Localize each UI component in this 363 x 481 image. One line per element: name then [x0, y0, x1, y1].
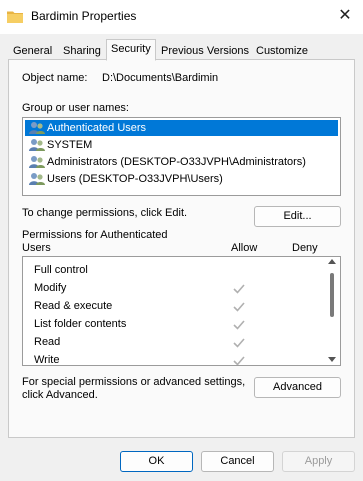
users-icon [29, 173, 45, 185]
advanced-info-text-2: click Advanced. [22, 389, 98, 401]
tab-sharing[interactable]: Sharing [58, 41, 106, 61]
group-item-label: SYSTEM [47, 139, 93, 151]
permissions-scrollbar[interactable] [324, 257, 340, 365]
close-icon[interactable]: ✕ [333, 5, 357, 27]
tab-security[interactable]: Security [106, 39, 156, 61]
permissions-label-user: Users [22, 242, 51, 254]
group-list[interactable]: Authenticated Users SYSTEM Administrator… [22, 117, 341, 196]
change-permissions-text: To change permissions, click Edit. [22, 207, 188, 219]
users-icon [29, 156, 45, 168]
check-icon [233, 302, 245, 312]
object-name-label: Object name: [22, 72, 88, 84]
group-item-label: Administrators (DESKTOP-O33JVPH\Administ… [47, 156, 306, 168]
group-item-label: Users (DESKTOP-O33JVPH\Users) [47, 173, 223, 185]
cancel-button[interactable]: Cancel [201, 451, 274, 472]
edit-button[interactable]: Edit... [254, 206, 341, 227]
security-panel: Object name: D:\Documents\Bardimin Group… [8, 59, 355, 438]
group-item-authenticated-users[interactable]: Authenticated Users [25, 120, 338, 136]
permission-row-full-control: Full control [23, 261, 323, 279]
tab-general[interactable]: General [8, 41, 57, 61]
advanced-button[interactable]: Advanced [254, 377, 341, 398]
permission-label: Read [34, 336, 61, 348]
tab-previous-versions[interactable]: Previous Versions [156, 41, 254, 61]
folder-icon [7, 11, 23, 23]
group-item-users[interactable]: Users (DESKTOP-O33JVPH\Users) [25, 171, 338, 187]
permission-row-read: Read [23, 333, 323, 351]
tab-strip: General Sharing Security Previous Versio… [8, 39, 355, 61]
check-icon [233, 356, 245, 365]
permission-label: Write [34, 354, 60, 366]
advanced-info-text: For special permissions or advanced sett… [22, 376, 246, 388]
check-icon [233, 338, 245, 348]
permissions-label: Permissions for Authenticated [22, 229, 168, 241]
allow-column-header: Allow [231, 242, 258, 254]
apply-button[interactable]: Apply [282, 451, 355, 472]
scroll-down-arrow-icon[interactable] [328, 357, 336, 362]
permissions-list: Full control Modify Read & execute List … [22, 256, 341, 366]
permission-label: Full control [34, 264, 88, 276]
permission-row-list-folder-contents: List folder contents [23, 315, 323, 333]
permission-row-read-execute: Read & execute [23, 297, 323, 315]
ok-button[interactable]: OK [120, 451, 193, 472]
users-icon [29, 122, 45, 134]
window-title: Bardimin Properties [31, 9, 137, 23]
check-icon [233, 284, 245, 294]
check-icon [233, 320, 245, 330]
permission-row-write: Write [23, 351, 323, 366]
group-item-administrators[interactable]: Administrators (DESKTOP-O33JVPH\Administ… [25, 154, 338, 170]
permission-label: Modify [34, 282, 67, 294]
group-item-system[interactable]: SYSTEM [25, 137, 338, 153]
title-bar: Bardimin Properties ✕ [0, 0, 363, 34]
object-name-value: D:\Documents\Bardimin [102, 72, 219, 84]
permission-label: List folder contents [34, 318, 127, 330]
deny-column-header: Deny [292, 242, 318, 254]
permission-row-modify: Modify [23, 279, 323, 297]
scroll-up-arrow-icon[interactable] [328, 259, 336, 264]
permission-label: Read & execute [34, 300, 113, 312]
scrollbar-thumb[interactable] [330, 273, 334, 317]
group-item-label: Authenticated Users [47, 122, 147, 134]
group-list-label: Group or user names: [22, 102, 129, 114]
users-icon [29, 139, 45, 151]
tab-customize[interactable]: Customize [251, 41, 313, 61]
